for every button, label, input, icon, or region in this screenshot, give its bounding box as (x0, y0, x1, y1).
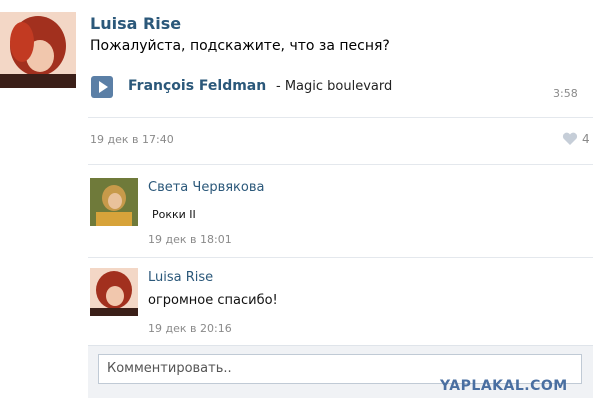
like-count: 4 (582, 132, 590, 146)
post-author-avatar[interactable] (0, 12, 76, 88)
audio-duration: 3:58 (553, 87, 578, 100)
comment-avatar[interactable] (90, 178, 138, 226)
audio-song-title: Magic boulevard (284, 79, 393, 94)
comment-date[interactable]: 19 дек в 20:16 (148, 322, 232, 335)
post-divider (88, 117, 593, 118)
heart-icon[interactable] (562, 132, 578, 146)
audio-separator: - (276, 79, 285, 94)
post-author-name[interactable]: Luisa Rise (90, 14, 181, 33)
watermark: YAPLAKAL.COM (440, 378, 568, 394)
comment-avatar[interactable] (90, 268, 138, 316)
comment-date[interactable]: 19 дек в 18:01 (148, 233, 232, 246)
comment-text: Рокки II (152, 208, 196, 221)
post-text: Пожалуйста, подскажите, что за песня? (90, 38, 390, 54)
comment-divider (88, 257, 593, 258)
post-date[interactable]: 19 дек в 17:40 (90, 133, 174, 146)
comments-divider (88, 164, 593, 165)
audio-title: - Magic boulevard (276, 79, 392, 94)
audio-play-button[interactable] (91, 76, 113, 98)
comment-author[interactable]: Luisa Rise (148, 270, 213, 285)
audio-artist[interactable]: François Feldman (128, 78, 266, 94)
comment-text: огромное спасибо! (148, 293, 278, 308)
comment-author[interactable]: Света Червякова (148, 180, 265, 195)
